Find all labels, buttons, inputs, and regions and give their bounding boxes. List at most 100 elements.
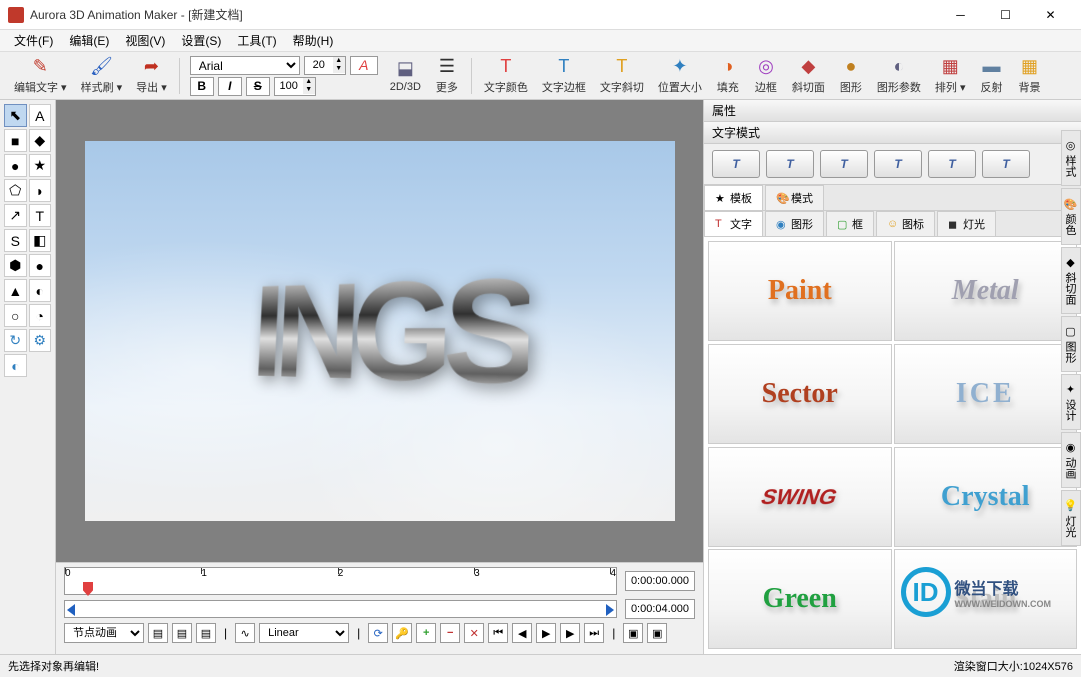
tool-6-1[interactable]: ● [29,254,52,277]
sidetab-💡 灯光[interactable]: 💡 灯光 [1061,490,1081,546]
preset-Paint[interactable]: Paint [708,241,892,341]
text-mode-5[interactable]: T [982,150,1030,178]
tool-2-1[interactable]: ★ [29,154,52,177]
menu-帮助(H)[interactable]: 帮助(H) [285,30,342,51]
tool-5-0[interactable]: S [4,229,27,252]
sidetab-◆ 斜切面[interactable]: ◆ 斜切面 [1061,247,1081,314]
tb-位置大小[interactable]: ✦位置大小 [652,55,708,97]
tb-边框[interactable]: ◎边框 [748,55,784,97]
remove-button[interactable]: − [440,623,460,643]
tool-0-1[interactable]: A [29,104,52,127]
preset-SWING[interactable]: SWING [708,447,892,547]
subtab-框[interactable]: ▢框 [826,211,874,236]
tool-10-0[interactable]: ◐ [4,354,27,377]
viewport[interactable]: INGS [85,141,675,521]
play-button[interactable]: ▶ [536,623,556,643]
preset-Crystal[interactable]: Crystal [894,447,1078,547]
tool-1-1[interactable]: ◆ [29,129,52,152]
tb-文字边框[interactable]: T文字边框 [536,55,592,97]
key-button[interactable]: 🔑 [392,623,412,643]
subtab-文字[interactable]: T文字 [704,211,763,236]
node-anim-select[interactable]: 节点动画 [64,623,144,643]
range-end-handle[interactable] [606,604,614,616]
tool-1-0[interactable]: ■ [4,129,27,152]
tool-2-0[interactable]: ● [4,154,27,177]
font-family-select[interactable]: Arial [190,56,300,75]
goto-start-button[interactable]: ⏮ [488,623,508,643]
preset-ICE[interactable]: ICE [894,344,1078,444]
range-start-handle[interactable] [67,604,75,616]
menu-视图(V)[interactable]: 视图(V) [117,30,173,51]
sidetab-✦ 设计[interactable]: ✦ 设计 [1061,374,1081,430]
tool-7-0[interactable]: ▲ [4,279,27,302]
timeline-ruler[interactable]: 01234 [64,567,617,595]
depth-spinner[interactable]: ▲▼ [274,77,316,96]
goto-end-button[interactable]: ⏭ [584,623,604,643]
subtab-图形[interactable]: ◉图形 [765,211,824,236]
tl-extra-1[interactable]: ▣ [623,623,643,643]
text-mode-1[interactable]: T [766,150,814,178]
text-mode-0[interactable]: T [712,150,760,178]
3d-text[interactable]: INGS [249,244,530,419]
tool-8-1[interactable]: ◔ [29,304,52,327]
delete-button[interactable]: ✕ [464,623,484,643]
maximize-button[interactable]: ☐ [983,1,1028,29]
tb-斜切面[interactable]: ◆斜切面 [786,55,831,97]
prev-frame-button[interactable]: ◀ [512,623,532,643]
menu-文件(F)[interactable]: 文件(F) [6,30,61,51]
menu-工具(T)[interactable]: 工具(T) [229,30,284,51]
preset-Stain[interactable]: Stain [894,549,1078,649]
tl-extra-2[interactable]: ▣ [647,623,667,643]
text-mode-3[interactable]: T [874,150,922,178]
tb-图形[interactable]: ●图形 [833,55,869,97]
italic-button[interactable]: I [218,77,242,96]
sidetab-🎨 颜色[interactable]: 🎨 颜色 [1061,188,1081,244]
tool-7-1[interactable]: ◐ [29,279,52,302]
tool-6-0[interactable]: ⬢ [4,254,27,277]
tb-导出[interactable]: ➦导出 ▾ [130,55,173,97]
tb-文字斜切[interactable]: T文字斜切 [594,55,650,97]
menu-编辑(E)[interactable]: 编辑(E) [61,30,117,51]
tool-8-0[interactable]: ○ [4,304,27,327]
sidetab-◉ 动画[interactable]: ◉ 动画 [1061,432,1081,488]
toptab-模板[interactable]: ★模板 [704,185,763,210]
tb-编辑文字[interactable]: ✎编辑文字 ▾ [8,55,73,97]
strike-button[interactable]: S [246,77,270,96]
tb-填充[interactable]: ◑填充 [710,55,746,97]
tb-背景[interactable]: ▦背景 [1012,55,1048,97]
menu-设置(S)[interactable]: 设置(S) [173,30,229,51]
subtab-灯光[interactable]: ◼灯光 [937,211,996,236]
font-size-spinner[interactable]: ▲▼ [304,56,346,75]
tool-9-0[interactable]: ↻ [4,329,27,352]
tool-3-0[interactable]: ⬠ [4,179,27,202]
sidetab-▢ 图形[interactable]: ▢ 图形 [1061,316,1081,372]
tool-3-1[interactable]: ◗ [29,179,52,202]
tl-btn-3[interactable]: ▤ [196,623,216,643]
minimize-button[interactable]: ─ [938,1,983,29]
more-button[interactable]: ☰更多 [429,55,465,97]
range-slider[interactable] [64,600,617,618]
text-mode-4[interactable]: T [928,150,976,178]
bold-button[interactable]: B [190,77,214,96]
toptab-模式[interactable]: 🎨模式 [765,185,824,210]
tool-0-0[interactable]: ⬉ [4,104,27,127]
tool-5-1[interactable]: ◧ [29,229,52,252]
tl-btn-2[interactable]: ▤ [172,623,192,643]
tb-反射[interactable]: ▬反射 [974,55,1010,97]
2d3d-button[interactable]: ⬓2D/3D [384,57,427,95]
text-mode-2[interactable]: T [820,150,868,178]
next-frame-button[interactable]: ▶ [560,623,580,643]
add-button[interactable]: + [416,623,436,643]
tb-文字颜色[interactable]: T文字颜色 [478,55,534,97]
tb-排列[interactable]: ▦排列 ▾ [929,55,972,97]
subtab-图标[interactable]: ☺图标 [876,211,935,236]
refresh-button[interactable]: ⟳ [368,623,388,643]
tool-4-0[interactable]: ↗ [4,204,27,227]
tl-btn-1[interactable]: ▤ [148,623,168,643]
close-button[interactable]: ✕ [1028,1,1073,29]
tb-图形参数[interactable]: ◐图形参数 [871,55,927,97]
preset-Metal[interactable]: Metal [894,241,1078,341]
sidetab-◎ 样式[interactable]: ◎ 样式 [1061,130,1081,186]
tb-样式刷[interactable]: 🖌样式刷 ▾ [75,55,129,97]
easing-select[interactable]: Linear [259,623,349,643]
